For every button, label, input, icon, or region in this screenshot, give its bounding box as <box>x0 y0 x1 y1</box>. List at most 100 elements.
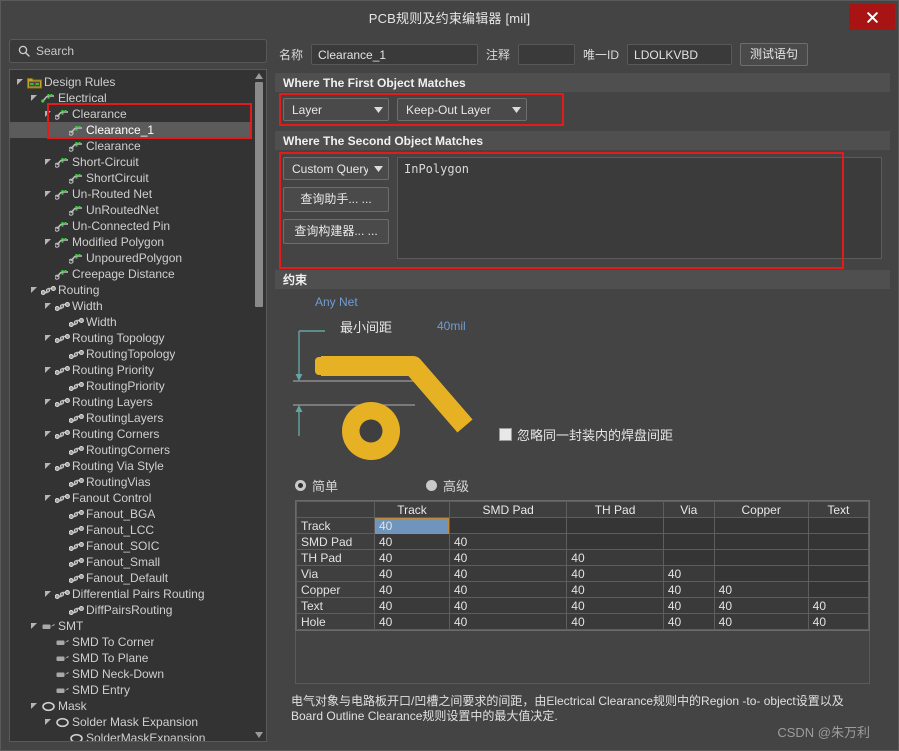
tree-item-un-routed-net[interactable]: Un-Routed Net <box>10 186 252 202</box>
tree-item-fanout-control[interactable]: Fanout Control <box>10 490 252 506</box>
expander-expanded-icon[interactable] <box>42 718 54 726</box>
matrix-col-header[interactable]: Copper <box>714 502 808 518</box>
tree-item-smd-to-plane[interactable]: SMD To Plane <box>10 650 252 666</box>
expander-expanded-icon[interactable] <box>42 158 54 166</box>
matrix-row-header[interactable]: Track <box>297 518 375 534</box>
matrix-cell-value[interactable]: 40 <box>808 614 868 630</box>
tree-item-soldermaskexpansion[interactable]: SolderMaskExpansion <box>10 730 252 741</box>
custom-query-textarea[interactable]: InPolygon <box>397 157 882 259</box>
query-builder-button[interactable]: 查询构建器... ... <box>283 219 389 244</box>
scroll-down-arrow[interactable] <box>253 730 265 740</box>
matrix-cell-value[interactable]: 40 <box>567 598 664 614</box>
tree-item-unroutednet[interactable]: UnRoutedNet <box>10 202 252 218</box>
tree-item-routing-corners[interactable]: Routing Corners <box>10 426 252 442</box>
expander-expanded-icon[interactable] <box>42 398 54 406</box>
tree-item-width[interactable]: Width <box>10 314 252 330</box>
matrix-cell-value[interactable]: 40 <box>375 566 450 582</box>
tree-item-clearance-1[interactable]: Clearance_1 <box>10 122 252 138</box>
matrix-cell-value[interactable]: 40 <box>449 614 566 630</box>
expander-expanded-icon[interactable] <box>28 622 40 630</box>
test-query-button[interactable]: 测试语句 <box>740 43 808 66</box>
scroll-up-arrow[interactable] <box>253 71 265 81</box>
expander-expanded-icon[interactable] <box>42 190 54 198</box>
second-object-scope-select[interactable]: Custom Query <box>283 157 389 180</box>
tree-item-design-rules[interactable]: Design Rules <box>10 74 252 90</box>
tree-item-clearance[interactable]: Clearance <box>10 138 252 154</box>
matrix-cell-value[interactable]: 40 <box>449 550 566 566</box>
tree-item-fanout-small[interactable]: Fanout_Small <box>10 554 252 570</box>
ignore-pad-clearance-row[interactable]: 忽略同一封装内的焊盘间距 <box>499 425 673 444</box>
mode-simple-radio[interactable]: 简单 <box>295 476 338 495</box>
tree-item-electrical[interactable]: Electrical <box>10 90 252 106</box>
rule-name-input[interactable]: Clearance_1 <box>311 44 478 65</box>
tree-item-diffpairsrouting[interactable]: DiffPairsRouting <box>10 602 252 618</box>
expander-expanded-icon[interactable] <box>42 590 54 598</box>
tree-item-modified-polygon[interactable]: Modified Polygon <box>10 234 252 250</box>
tree-item-fanout-default[interactable]: Fanout_Default <box>10 570 252 586</box>
matrix-col-header[interactable]: TH Pad <box>567 502 664 518</box>
expander-expanded-icon[interactable] <box>42 110 54 118</box>
matrix-cell-value[interactable]: 40 <box>375 518 450 534</box>
tree-item-routingvias[interactable]: RoutingVias <box>10 474 252 490</box>
tree-item-routing[interactable]: Routing <box>10 282 252 298</box>
tree-item-smt[interactable]: SMT <box>10 618 252 634</box>
matrix-cell-value[interactable]: 40 <box>375 614 450 630</box>
matrix-cell-value[interactable]: 40 <box>714 614 808 630</box>
expander-expanded-icon[interactable] <box>42 334 54 342</box>
expander-expanded-icon[interactable] <box>14 78 26 86</box>
expander-expanded-icon[interactable] <box>42 302 54 310</box>
tree-item-routinglayers[interactable]: RoutingLayers <box>10 410 252 426</box>
matrix-cell-value[interactable]: 40 <box>449 566 566 582</box>
matrix-row-header[interactable]: Copper <box>297 582 375 598</box>
matrix-row-header[interactable]: Hole <box>297 614 375 630</box>
tree-item-smd-neck-down[interactable]: SMD Neck-Down <box>10 666 252 682</box>
expander-expanded-icon[interactable] <box>28 286 40 294</box>
rules-tree[interactable]: Design RulesElectricalClearanceClearance… <box>10 70 252 741</box>
matrix-cell-value[interactable]: 40 <box>663 582 714 598</box>
tree-scrollbar[interactable] <box>253 71 265 740</box>
tree-item-fanout-bga[interactable]: Fanout_BGA <box>10 506 252 522</box>
tree-item-un-connected-pin[interactable]: Un-Connected Pin <box>10 218 252 234</box>
first-object-scope-select[interactable]: Layer <box>283 98 389 121</box>
tree-item-smd-entry[interactable]: SMD Entry <box>10 682 252 698</box>
matrix-row-header[interactable]: TH Pad <box>297 550 375 566</box>
matrix-col-header[interactable]: Via <box>663 502 714 518</box>
matrix-cell-value[interactable]: 40 <box>663 614 714 630</box>
matrix-cell-value[interactable]: 40 <box>714 582 808 598</box>
matrix-cell-value[interactable]: 40 <box>449 582 566 598</box>
tree-item-routing-layers[interactable]: Routing Layers <box>10 394 252 410</box>
expander-expanded-icon[interactable] <box>42 238 54 246</box>
matrix-cell-value[interactable]: 40 <box>808 598 868 614</box>
search-input[interactable]: Search <box>9 39 267 63</box>
first-object-layer-select[interactable]: Keep-Out Layer <box>397 98 527 121</box>
matrix-cell-value[interactable]: 40 <box>567 566 664 582</box>
tree-item-routingcorners[interactable]: RoutingCorners <box>10 442 252 458</box>
tree-item-solder-mask-expansion[interactable]: Solder Mask Expansion <box>10 714 252 730</box>
expander-expanded-icon[interactable] <box>42 462 54 470</box>
tree-item-routingpriority[interactable]: RoutingPriority <box>10 378 252 394</box>
matrix-cell-value[interactable]: 40 <box>567 550 664 566</box>
tree-item-routing-topology[interactable]: Routing Topology <box>10 330 252 346</box>
matrix-cell-value[interactable]: 40 <box>567 582 664 598</box>
ignore-pad-clearance-checkbox[interactable] <box>499 428 512 441</box>
tree-item-unpouredpolygon[interactable]: UnpouredPolygon <box>10 250 252 266</box>
tree-item-width[interactable]: Width <box>10 298 252 314</box>
scrollbar-track[interactable] <box>255 308 263 730</box>
matrix-row-header[interactable]: Via <box>297 566 375 582</box>
matrix-cell-value[interactable]: 40 <box>663 566 714 582</box>
close-button[interactable] <box>849 4 895 30</box>
expander-expanded-icon[interactable] <box>28 94 40 102</box>
matrix-col-header[interactable]: Track <box>375 502 450 518</box>
mode-advanced-radio[interactable]: 高级 <box>426 476 469 495</box>
tree-item-routing-priority[interactable]: Routing Priority <box>10 362 252 378</box>
matrix-cell-value[interactable]: 40 <box>449 598 566 614</box>
matrix-cell-value[interactable]: 40 <box>663 598 714 614</box>
matrix-cell-value[interactable]: 40 <box>375 534 450 550</box>
matrix-cell-value[interactable]: 40 <box>375 598 450 614</box>
matrix-cell-value[interactable]: 40 <box>567 614 664 630</box>
tree-item-clearance[interactable]: Clearance <box>10 106 252 122</box>
matrix-row-header[interactable]: Text <box>297 598 375 614</box>
min-clearance-value[interactable]: 40mil <box>437 319 466 333</box>
expander-expanded-icon[interactable] <box>42 366 54 374</box>
matrix-cell-value[interactable]: 40 <box>375 582 450 598</box>
